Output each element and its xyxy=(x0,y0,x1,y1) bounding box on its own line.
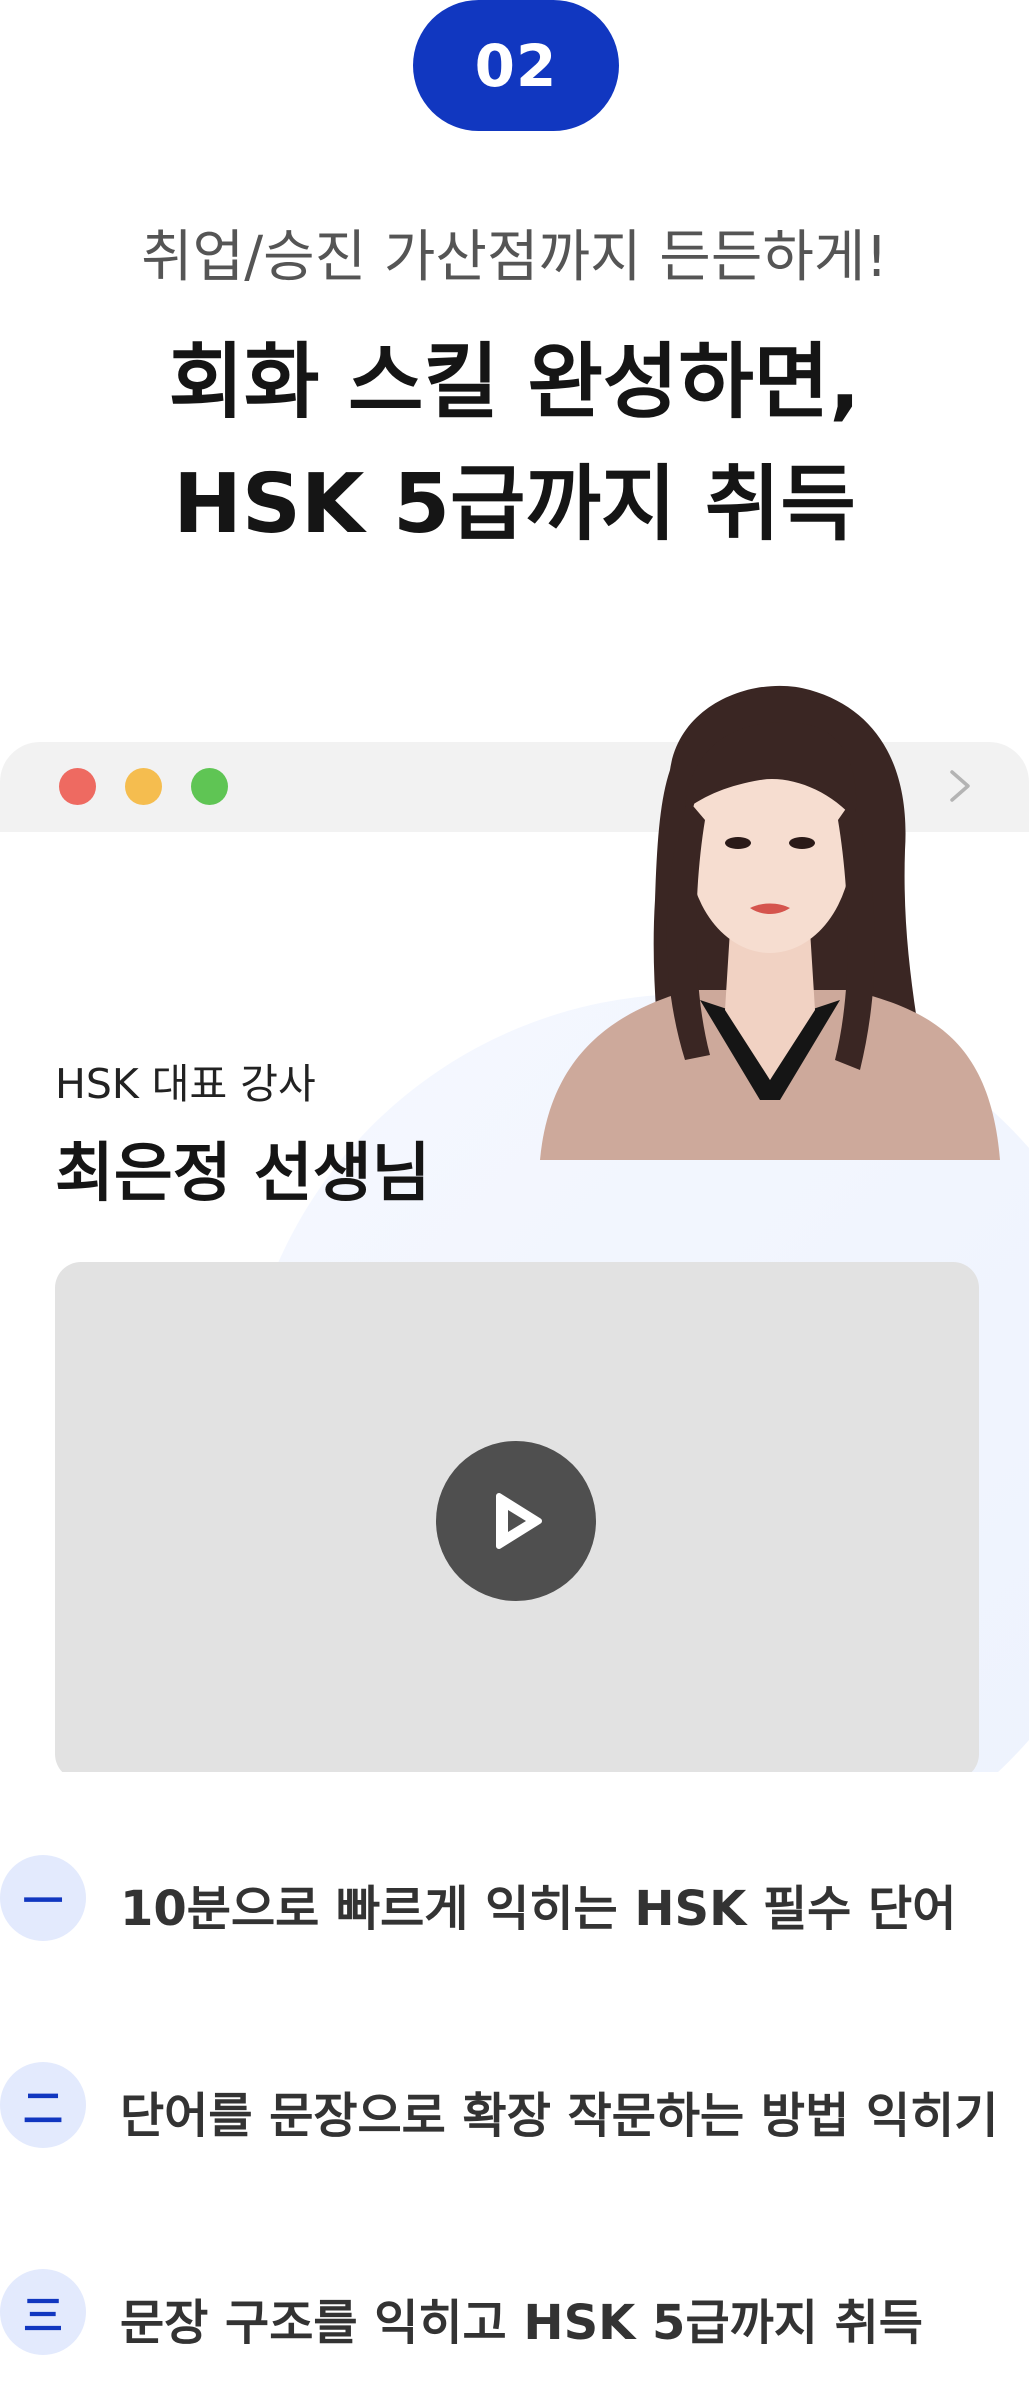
teacher-portrait xyxy=(540,685,1000,1160)
teacher-role: HSK 대표 강사 xyxy=(55,1060,316,1108)
step-number: 02 xyxy=(474,31,558,100)
play-button[interactable] xyxy=(436,1441,596,1601)
headline-line-1: 회화 스킬 완성하면, xyxy=(168,335,861,430)
feature-text: 10분으로 빠르게 익히는 HSK 필수 단어 xyxy=(120,1881,957,1937)
window-dot-green xyxy=(191,768,228,805)
step-badge: 02 xyxy=(413,0,619,131)
headline-line-2: HSK 5급까지 취득 xyxy=(173,457,856,552)
page: 02 취업/승진 가산점까지 든든하게! 회화 스킬 완성하면, HSK 5급까… xyxy=(0,0,1029,2394)
video-player[interactable] xyxy=(55,1262,979,1772)
feature-item: 一 10분으로 빠르게 익히는 HSK 필수 단어 xyxy=(0,1855,1029,1945)
feature-item: 二 단어를 문장으로 확장 작문하는 방법 익히기 xyxy=(0,2062,1029,2152)
feature-item: 三 문장 구조를 익히고 HSK 5급까지 취득 xyxy=(0,2269,1029,2359)
play-icon xyxy=(496,1493,542,1549)
feature-number-badge: 三 xyxy=(0,2269,86,2355)
feature-number-badge: 一 xyxy=(0,1855,86,1941)
teacher-name: 최은정 선생님 xyxy=(55,1137,431,1211)
window-dot-yellow xyxy=(125,768,162,805)
kicker-text: 취업/승진 가산점까지 든든하게! xyxy=(141,225,888,290)
feature-text: 단어를 문장으로 확장 작문하는 방법 익히기 xyxy=(120,2088,999,2144)
window-dot-red xyxy=(59,768,96,805)
feature-number-badge: 二 xyxy=(0,2062,86,2148)
feature-text: 문장 구조를 익히고 HSK 5급까지 취득 xyxy=(120,2295,923,2351)
